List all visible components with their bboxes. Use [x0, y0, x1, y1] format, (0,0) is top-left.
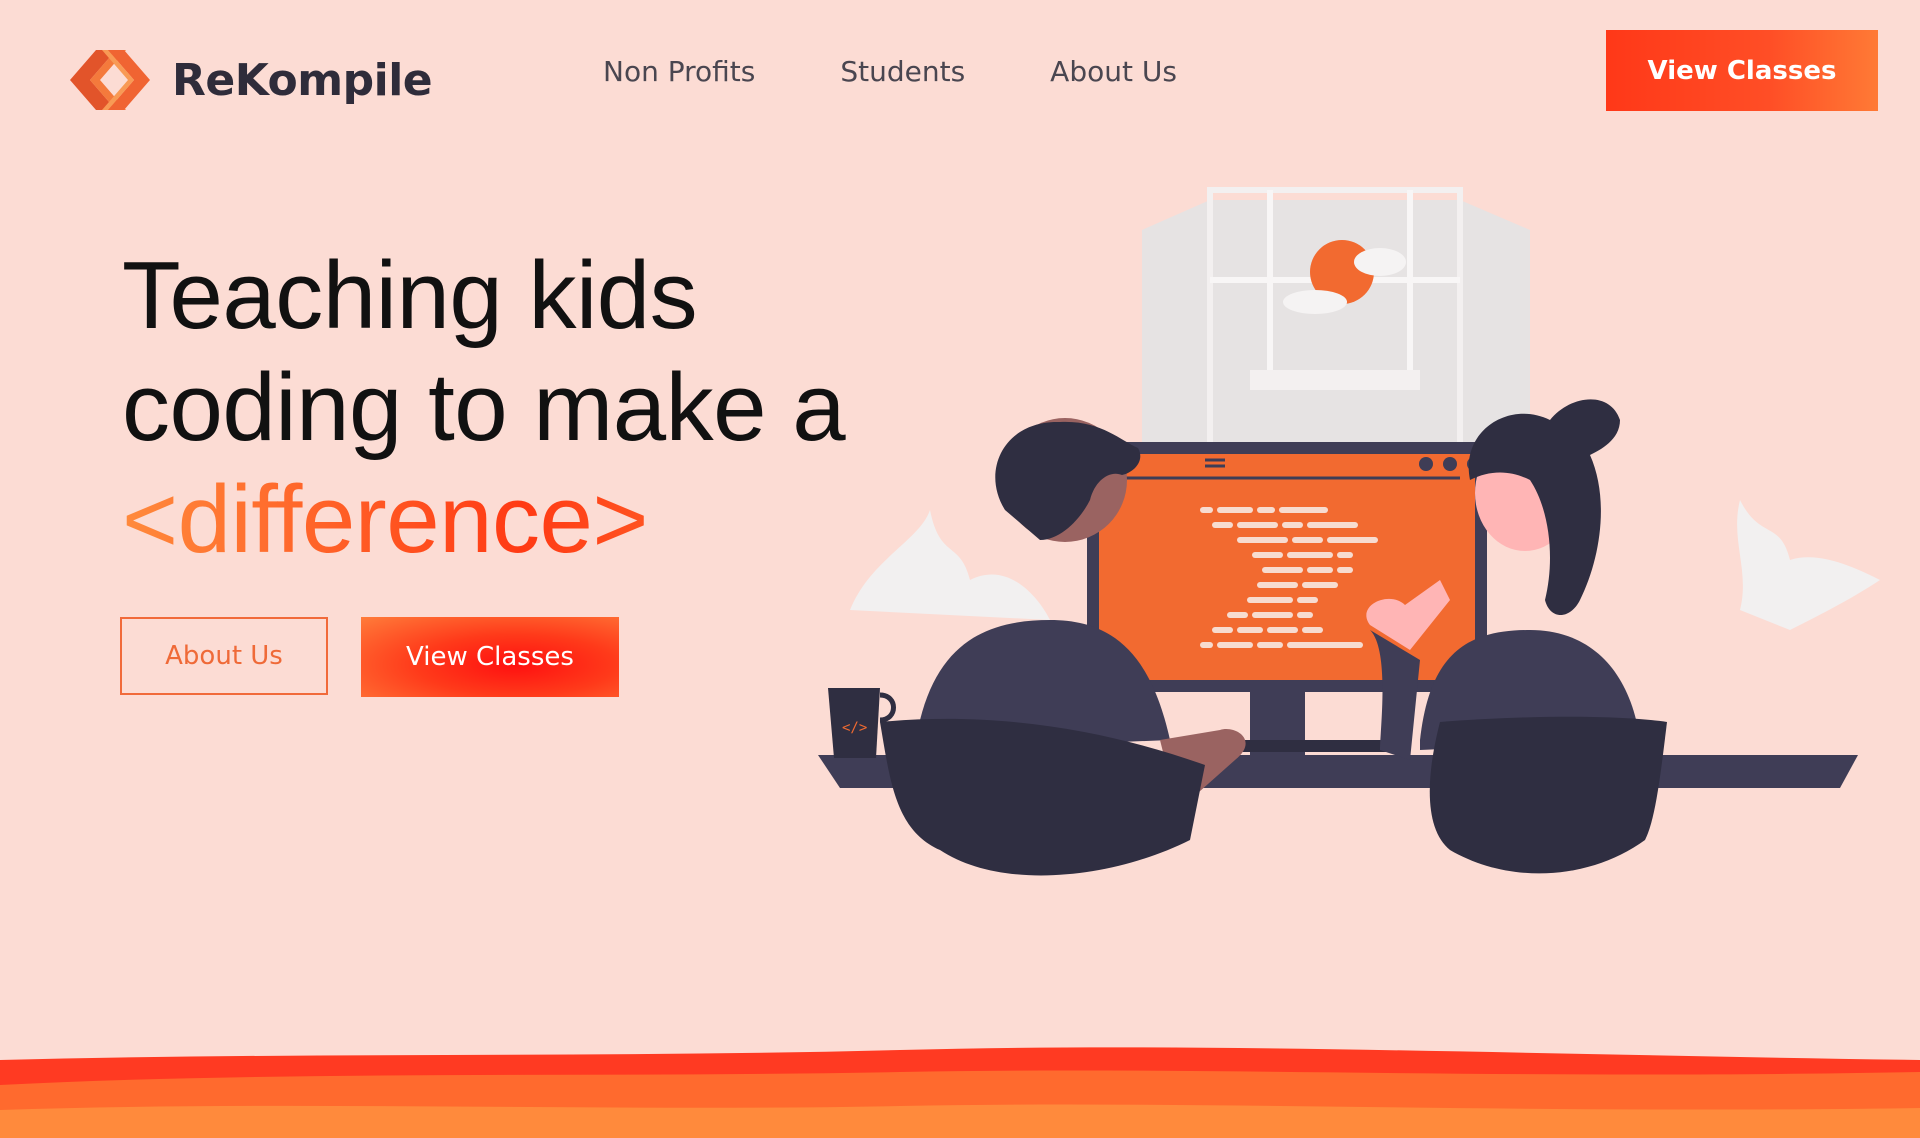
- view-classes-header-button[interactable]: View Classes: [1606, 30, 1878, 111]
- site-header: ReKompile Non Profits Students About Us …: [0, 0, 1920, 150]
- code-brackets-logo-icon: [70, 50, 150, 110]
- nav-item-about-us[interactable]: About Us: [1050, 55, 1177, 88]
- hero-title: Teaching kids coding to make a <differen…: [122, 240, 922, 576]
- window-background: [1142, 187, 1530, 480]
- logo[interactable]: ReKompile: [60, 42, 433, 118]
- hero-title-line-1: Teaching kids: [122, 242, 698, 349]
- view-classes-button[interactable]: View Classes: [361, 617, 619, 697]
- coding-kids-illustration: </>: [818, 187, 1880, 876]
- plant-left: [850, 510, 1050, 620]
- main-nav: Non Profits Students About Us: [603, 55, 1262, 88]
- brand-name: ReKompile: [172, 54, 433, 106]
- nav-item-non-profits[interactable]: Non Profits: [603, 55, 755, 88]
- hero-title-line-2: coding to make a: [122, 354, 846, 461]
- footer-waves: [0, 1047, 1920, 1138]
- nav-item-students[interactable]: Students: [840, 55, 965, 88]
- hero-title-accent: <difference>: [122, 464, 922, 576]
- mug-code-glyph: </>: [842, 720, 867, 736]
- plant-right: [1737, 500, 1880, 630]
- about-us-button[interactable]: About Us: [120, 617, 328, 695]
